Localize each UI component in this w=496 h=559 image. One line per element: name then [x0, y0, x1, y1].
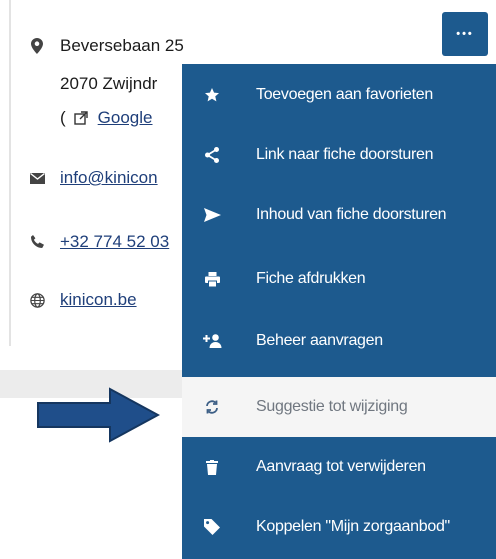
address-line2: 2070 Zwijndr: [60, 74, 158, 93]
phone-row: +32 774 52 03: [28, 232, 169, 252]
more-options-button[interactable]: •••: [442, 12, 488, 56]
menu-item-label: Koppelen "Mijn zorgaanbod": [256, 518, 450, 535]
address-line1: Beversebaan 25: [60, 36, 184, 55]
menu-item-manage-requests[interactable]: Beheer aanvragen: [182, 312, 496, 370]
menu-item-share-link[interactable]: Link naar fiche doorsturen: [182, 126, 496, 184]
phone-link[interactable]: +32 774 52 03: [60, 232, 169, 252]
menu-item-label: Fiche afdrukken: [256, 270, 366, 287]
email-link[interactable]: info@kinicon: [60, 168, 158, 188]
share-icon: [202, 147, 222, 163]
menu-item-print[interactable]: Fiche afdrukken: [182, 250, 496, 308]
globe-icon: [28, 292, 46, 308]
address-row: Beversebaan 25: [28, 36, 184, 56]
trash-icon: [202, 459, 222, 475]
add-user-icon: [202, 334, 222, 348]
external-link-icon: [73, 111, 88, 125]
sync-icon: [202, 400, 222, 414]
more-options-label: •••: [456, 28, 474, 40]
phone-icon: [28, 235, 46, 249]
maps-prefix: (: [60, 108, 66, 127]
website-row: kinicon.be: [28, 290, 137, 310]
google-maps-link[interactable]: Google: [98, 108, 153, 128]
send-icon: [202, 208, 222, 222]
tag-icon: [202, 519, 222, 535]
email-row: info@kinicon: [28, 168, 158, 188]
menu-item-send-content[interactable]: Inhoud van fiche doorsturen: [182, 186, 496, 244]
menu-item-suggest-change[interactable]: Suggestie tot wijziging: [182, 377, 496, 437]
envelope-icon: [28, 172, 46, 184]
star-icon: [202, 87, 222, 103]
maps-row: ( Google: [60, 108, 153, 128]
menu-item-label: Aanvraag tot verwijderen: [256, 458, 426, 475]
menu-item-label: Inhoud van fiche doorsturen: [256, 206, 447, 223]
website-link[interactable]: kinicon.be: [60, 290, 137, 310]
menu-item-link-care-offer[interactable]: Koppelen "Mijn zorgaanbod": [182, 498, 496, 556]
location-pin-icon: [28, 38, 46, 54]
menu-item-label: Beheer aanvragen: [256, 332, 383, 349]
menu-item-label: Toevoegen aan favorieten: [256, 86, 433, 103]
card-border: [9, 0, 11, 346]
pointer-arrow-icon: [37, 387, 160, 443]
menu-item-label: Link naar fiche doorsturen: [256, 146, 434, 163]
actions-dropdown-menu: Toevoegen aan favorieten Link naar fiche…: [182, 64, 496, 559]
menu-item-favorites[interactable]: Toevoegen aan favorieten: [182, 66, 496, 124]
menu-item-label: Suggestie tot wijziging: [256, 398, 408, 415]
print-icon: [202, 271, 222, 287]
menu-item-request-removal[interactable]: Aanvraag tot verwijderen: [182, 438, 496, 496]
